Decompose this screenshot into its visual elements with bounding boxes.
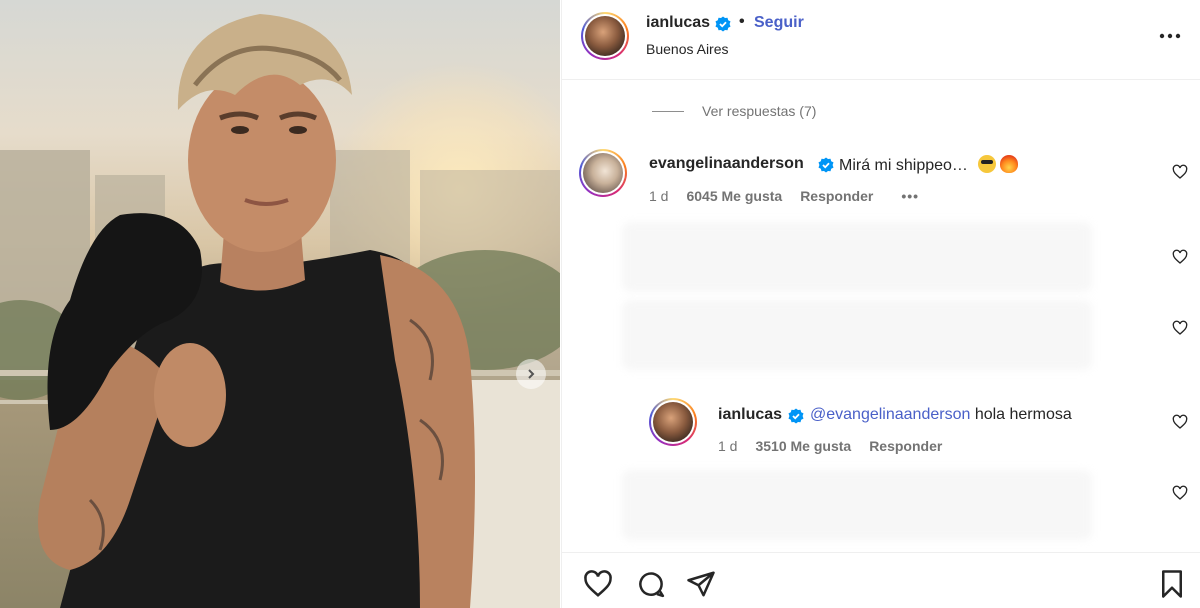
heart-icon[interactable] <box>1172 414 1188 430</box>
fire-emoji-icon <box>999 155 1018 173</box>
author-username[interactable]: ianlucas <box>646 14 710 32</box>
heart-icon[interactable] <box>1172 485 1188 501</box>
verified-badge-icon <box>788 408 804 424</box>
mention-link[interactable]: @evangelinaanderson <box>810 406 970 423</box>
verified-badge-icon <box>715 16 731 32</box>
reply-text: @evangelinaanderson hola hermosa <box>810 406 1072 424</box>
heart-icon[interactable] <box>1172 164 1188 180</box>
carousel-next-button[interactable] <box>516 359 546 389</box>
post-location[interactable]: Buenos Aires <box>646 41 729 57</box>
reply-likes[interactable]: 3510 Me gusta <box>755 438 851 454</box>
heart-icon[interactable] <box>583 569 613 599</box>
bookmark-icon[interactable] <box>1157 569 1187 599</box>
follow-button[interactable]: Seguir <box>754 14 804 32</box>
comment-text: Mirá mi shippeo… <box>839 155 1018 175</box>
post-photo <box>0 0 560 608</box>
comment-likes[interactable]: 6045 Me gusta <box>686 188 782 204</box>
commenter-avatar[interactable] <box>579 149 627 197</box>
separator-dot: • <box>739 13 745 30</box>
comment-text-content: Mirá mi shippeo… <box>839 157 968 174</box>
comment-meta: 1 d 6045 Me gusta Responder ••• <box>649 188 919 204</box>
comment-icon[interactable] <box>636 569 666 599</box>
hidden-reply <box>622 470 1092 540</box>
author-avatar[interactable] <box>581 12 629 60</box>
commenter-username[interactable]: evangelinaanderson <box>649 155 804 173</box>
send-icon[interactable] <box>686 569 716 599</box>
reply-author-avatar[interactable] <box>649 398 697 446</box>
verified-badge-icon <box>818 157 834 173</box>
reply-button[interactable]: Responder <box>800 188 873 204</box>
post-detail-panel: ianlucas • Seguir Buenos Aires Ver respu… <box>561 0 1200 608</box>
reply-text-content: hola hermosa <box>974 406 1072 423</box>
heart-icon[interactable] <box>1172 320 1188 336</box>
hidden-reply <box>622 300 1092 370</box>
replies-divider <box>652 110 684 112</box>
hidden-reply <box>622 222 1092 292</box>
heart-icon[interactable] <box>1172 249 1188 265</box>
reply-time[interactable]: 1 d <box>718 438 737 454</box>
sunglasses-emoji-icon <box>977 155 996 173</box>
view-replies-toggle[interactable]: Ver respuestas (7) <box>652 103 816 119</box>
man-portrait <box>38 14 475 608</box>
view-replies-label: Ver respuestas (7) <box>702 103 817 119</box>
more-options-icon[interactable] <box>1157 26 1183 46</box>
post-header: ianlucas • Seguir Buenos Aires <box>562 0 1200 80</box>
comment-time[interactable]: 1 d <box>649 188 668 204</box>
reply-meta: 1 d 3510 Me gusta Responder <box>718 438 942 454</box>
chevron-right-icon <box>528 369 535 379</box>
post-action-bar <box>562 552 1200 608</box>
comment-more-options[interactable]: ••• <box>901 188 919 204</box>
reply-button[interactable]: Responder <box>869 438 942 454</box>
reply-author-username[interactable]: ianlucas <box>718 406 782 424</box>
